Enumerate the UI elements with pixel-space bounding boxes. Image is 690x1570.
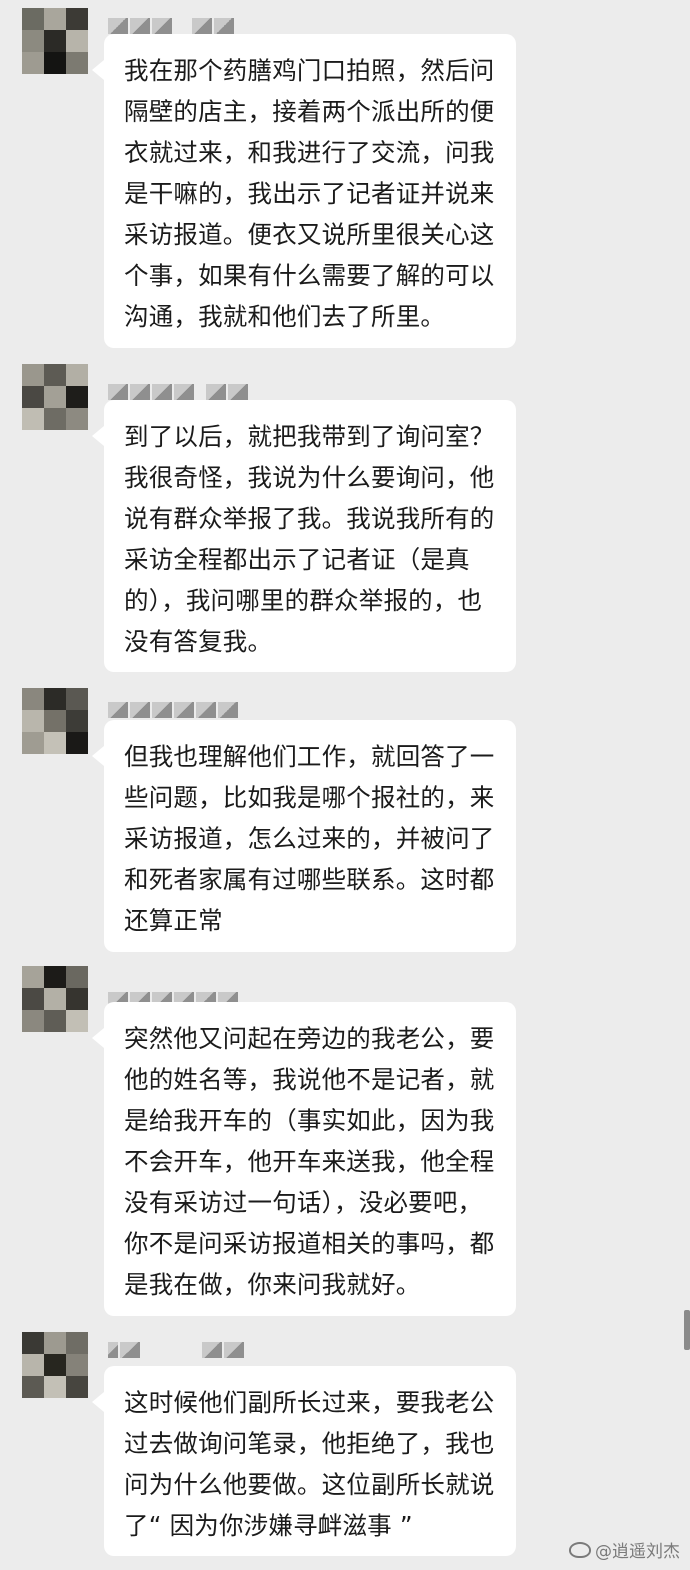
sender-name-pixelated [108,696,238,718]
avatar[interactable] [22,966,88,1032]
watermark: @逍遥刘杰 [569,1537,680,1562]
watermark-text: @逍遥刘杰 [595,1542,680,1562]
message-bubble[interactable]: 突然他又问起在旁边的我老公，要他的姓名等，我说他不是记者，就是给我开车的（事实如… [92,1002,516,1316]
message-text: 这时候他们副所长过来，要我老公过去做询问笔录，他拒绝了，我也问为什么他要做。这位… [124,1388,495,1540]
weibo-icon [569,1541,591,1558]
sender-name-pixelated [108,1336,244,1358]
avatar[interactable] [22,8,88,74]
message-text: 突然他又问起在旁边的我老公，要他的姓名等，我说他不是记者，就是给我开车的（事实如… [124,1024,495,1299]
avatar[interactable] [22,364,88,430]
message-text: 但我也理解他们工作，就回答了一些问题，比如我是哪个报社的，来采访报道，怎么过来的… [124,742,495,935]
avatar[interactable] [22,688,88,754]
message-text: 到了以后，就把我带到了询问室？我很奇怪，我说为什么要询问，他说有群众举报了我。我… [124,422,495,656]
avatar[interactable] [22,1332,88,1398]
message-bubble[interactable]: 这时候他们副所长过来，要我老公过去做询问笔录，他拒绝了，我也问为什么他要做。这位… [92,1366,516,1556]
message-bubble[interactable]: 我在那个药膳鸡门口拍照，然后问隔壁的店主，接着两个派出所的便衣就过来，和我进行了… [92,34,516,348]
scrollbar[interactable] [684,1310,690,1350]
message-bubble[interactable]: 到了以后，就把我带到了询问室？我很奇怪，我说为什么要询问，他说有群众举报了我。我… [92,400,516,672]
sender-name-pixelated [108,378,248,400]
message-bubble[interactable]: 但我也理解他们工作，就回答了一些问题，比如我是哪个报社的，来采访报道，怎么过来的… [92,720,516,952]
sender-name-pixelated [108,12,234,34]
message-text: 我在那个药膳鸡门口拍照，然后问隔壁的店主，接着两个派出所的便衣就过来，和我进行了… [124,56,495,331]
